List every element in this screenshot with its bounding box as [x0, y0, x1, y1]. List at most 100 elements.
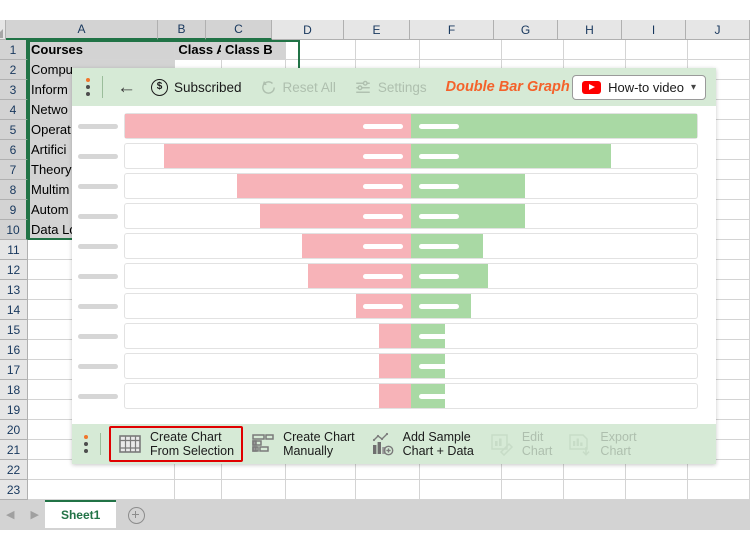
cell-j23[interactable] [687, 480, 750, 500]
bar-left-series[interactable] [378, 324, 411, 348]
settings-button[interactable]: Settings [345, 78, 436, 96]
row-header-23[interactable]: 23 [0, 480, 28, 500]
bar-left-series[interactable] [259, 204, 411, 228]
cell-e1[interactable] [355, 40, 420, 60]
row-header-11[interactable]: 11 [0, 240, 28, 260]
cell-f23[interactable] [420, 480, 502, 500]
create-chart-from-selection-button[interactable]: Create Chart From Selection [109, 425, 244, 463]
bar-left-series[interactable] [378, 384, 411, 408]
cell-c1[interactable]: Class B [222, 40, 287, 60]
column-header-b[interactable]: B [158, 20, 206, 40]
bar-right-series[interactable] [411, 324, 449, 348]
cell-i1[interactable] [625, 40, 688, 60]
cell-g23[interactable] [501, 480, 564, 500]
column-header-j[interactable]: J [686, 20, 750, 40]
triangle-left-icon[interactable]: ◀ [6, 509, 14, 521]
how-to-video-button[interactable]: How-to video ▾ [572, 74, 706, 100]
row-header-6[interactable]: 6 [0, 140, 28, 160]
subscribed-button[interactable]: $ Subscribed [142, 78, 251, 96]
chart-bar-row[interactable] [72, 322, 716, 350]
row-header-4[interactable]: 4 [0, 100, 28, 120]
bar-left-series[interactable] [378, 354, 411, 378]
chart-bar-row[interactable] [72, 202, 716, 230]
cell-a1[interactable]: Courses [28, 40, 176, 60]
bar-left-series[interactable] [308, 264, 411, 288]
triangle-right-icon[interactable]: ▶ [30, 509, 38, 521]
cell-d23[interactable] [286, 480, 356, 500]
sheet-tab-sheet1[interactable]: Sheet1 [44, 500, 117, 528]
chart-bar-row[interactable] [72, 262, 716, 290]
bar-right-series[interactable] [411, 144, 612, 168]
row-header-7[interactable]: 7 [0, 160, 28, 180]
reset-all-button[interactable]: Reset All [251, 79, 345, 96]
export-chart-button[interactable]: Export Chart [560, 427, 644, 462]
cell-g1[interactable] [501, 40, 564, 60]
column-header-g[interactable]: G [494, 20, 558, 40]
chart-bar-row[interactable] [72, 172, 716, 200]
row-header-10[interactable]: 10 [0, 220, 28, 240]
bar-right-series[interactable] [411, 294, 472, 318]
bar-right-series[interactable] [411, 354, 449, 378]
bar-right-series[interactable] [411, 204, 526, 228]
row-header-17[interactable]: 17 [0, 360, 28, 380]
cell-c23[interactable] [222, 480, 287, 500]
arrow-left-icon[interactable]: ← [111, 78, 142, 97]
row-header-13[interactable]: 13 [0, 280, 28, 300]
row-header-12[interactable]: 12 [0, 260, 28, 280]
bar-right-series[interactable] [411, 174, 526, 198]
bar-right-series[interactable] [411, 384, 449, 408]
chart-bar-row[interactable] [72, 292, 716, 320]
column-header-c[interactable]: C [206, 20, 272, 40]
cell-e23[interactable] [355, 480, 420, 500]
row-header-21[interactable]: 21 [0, 440, 28, 460]
chart-preview-area[interactable] [72, 106, 716, 424]
row-header-1[interactable]: 1 [0, 40, 28, 60]
row-header-15[interactable]: 15 [0, 320, 28, 340]
column-header-f[interactable]: F [410, 20, 494, 40]
row-header-14[interactable]: 14 [0, 300, 28, 320]
cell-h1[interactable] [563, 40, 626, 60]
chart-bar-row[interactable] [72, 232, 716, 260]
drag-dots-icon[interactable] [82, 78, 94, 96]
column-header-i[interactable]: I [622, 20, 686, 40]
cell-h23[interactable] [563, 480, 626, 500]
column-header-e[interactable]: E [344, 20, 410, 40]
select-all-corner[interactable] [0, 20, 6, 40]
column-header-d[interactable]: D [272, 20, 344, 40]
bar-right-series[interactable] [411, 264, 489, 288]
edit-chart-button[interactable]: Edit Chart [482, 427, 561, 462]
cell-b23[interactable] [175, 480, 222, 500]
row-header-3[interactable]: 3 [0, 80, 28, 100]
row-header-5[interactable]: 5 [0, 120, 28, 140]
column-header-h[interactable]: H [558, 20, 622, 40]
bar-left-series[interactable] [163, 144, 411, 168]
bar-left-series[interactable] [356, 294, 411, 318]
cell-a23[interactable] [28, 480, 176, 500]
bar-right-series[interactable] [411, 234, 483, 258]
row-header-9[interactable]: 9 [0, 200, 28, 220]
row-header-18[interactable]: 18 [0, 380, 28, 400]
row-header-22[interactable]: 22 [0, 460, 28, 480]
column-header-a[interactable]: A [6, 20, 158, 40]
chart-bar-row[interactable] [72, 142, 716, 170]
chart-bar-row[interactable] [72, 352, 716, 380]
row-header-16[interactable]: 16 [0, 340, 28, 360]
cell-j1[interactable] [687, 40, 750, 60]
row-header-2[interactable]: 2 [0, 60, 28, 80]
cell-i23[interactable] [625, 480, 688, 500]
row-header-19[interactable]: 19 [0, 400, 28, 420]
cell-f1[interactable] [420, 40, 502, 60]
chart-bar-row[interactable] [72, 112, 716, 140]
add-sheet-button[interactable] [116, 500, 156, 530]
create-chart-manually-button[interactable]: Create Chart Manually [243, 427, 363, 462]
bar-left-series[interactable] [237, 174, 411, 198]
add-sample-chart-data-button[interactable]: Add Sample Chart + Data [363, 427, 482, 462]
drag-dots-icon-bottom[interactable] [80, 435, 92, 453]
bar-left-series[interactable] [301, 234, 411, 258]
row-header-20[interactable]: 20 [0, 420, 28, 440]
chart-bar-row[interactable] [72, 382, 716, 410]
bar-left-series[interactable] [125, 114, 411, 138]
cell-b1[interactable]: Class A [175, 40, 222, 60]
cell-d1[interactable] [286, 40, 356, 60]
bar-right-series[interactable] [411, 114, 697, 138]
